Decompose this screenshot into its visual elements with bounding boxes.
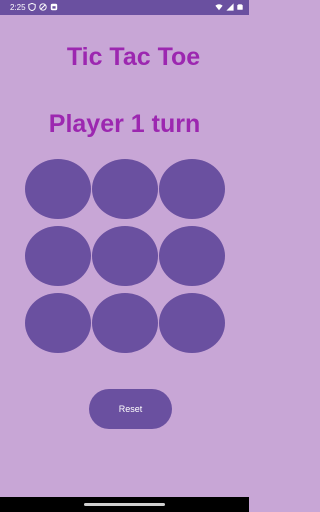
board-cell-1-2[interactable] bbox=[92, 159, 158, 219]
board-cell-3-3[interactable] bbox=[159, 293, 225, 353]
board-cell-3-1[interactable] bbox=[25, 293, 91, 353]
status-time: 2:25 bbox=[10, 3, 26, 12]
settings-circle-icon bbox=[39, 3, 47, 11]
board-cell-2-3[interactable] bbox=[159, 226, 225, 286]
wifi-icon bbox=[215, 4, 223, 11]
sim-card-icon bbox=[50, 3, 58, 11]
app-title: Tic Tac Toe bbox=[66, 43, 201, 71]
turn-indicator: Player 1 turn bbox=[48, 110, 201, 138]
status-bar: 2:25 bbox=[0, 0, 249, 15]
battery-icon bbox=[237, 4, 243, 10]
signal-icon bbox=[226, 3, 234, 11]
status-right-icons bbox=[215, 3, 243, 11]
reset-button[interactable]: Reset bbox=[89, 389, 172, 429]
shield-icon bbox=[28, 3, 36, 11]
navigation-bar bbox=[0, 497, 249, 512]
status-left-icons bbox=[28, 3, 58, 11]
home-gesture-handle[interactable] bbox=[84, 503, 165, 506]
board-cell-2-1[interactable] bbox=[25, 226, 91, 286]
board-cell-3-2[interactable] bbox=[92, 293, 158, 353]
board-cell-1-3[interactable] bbox=[159, 159, 225, 219]
board-cell-1-1[interactable] bbox=[25, 159, 91, 219]
board-cell-2-2[interactable] bbox=[92, 226, 158, 286]
